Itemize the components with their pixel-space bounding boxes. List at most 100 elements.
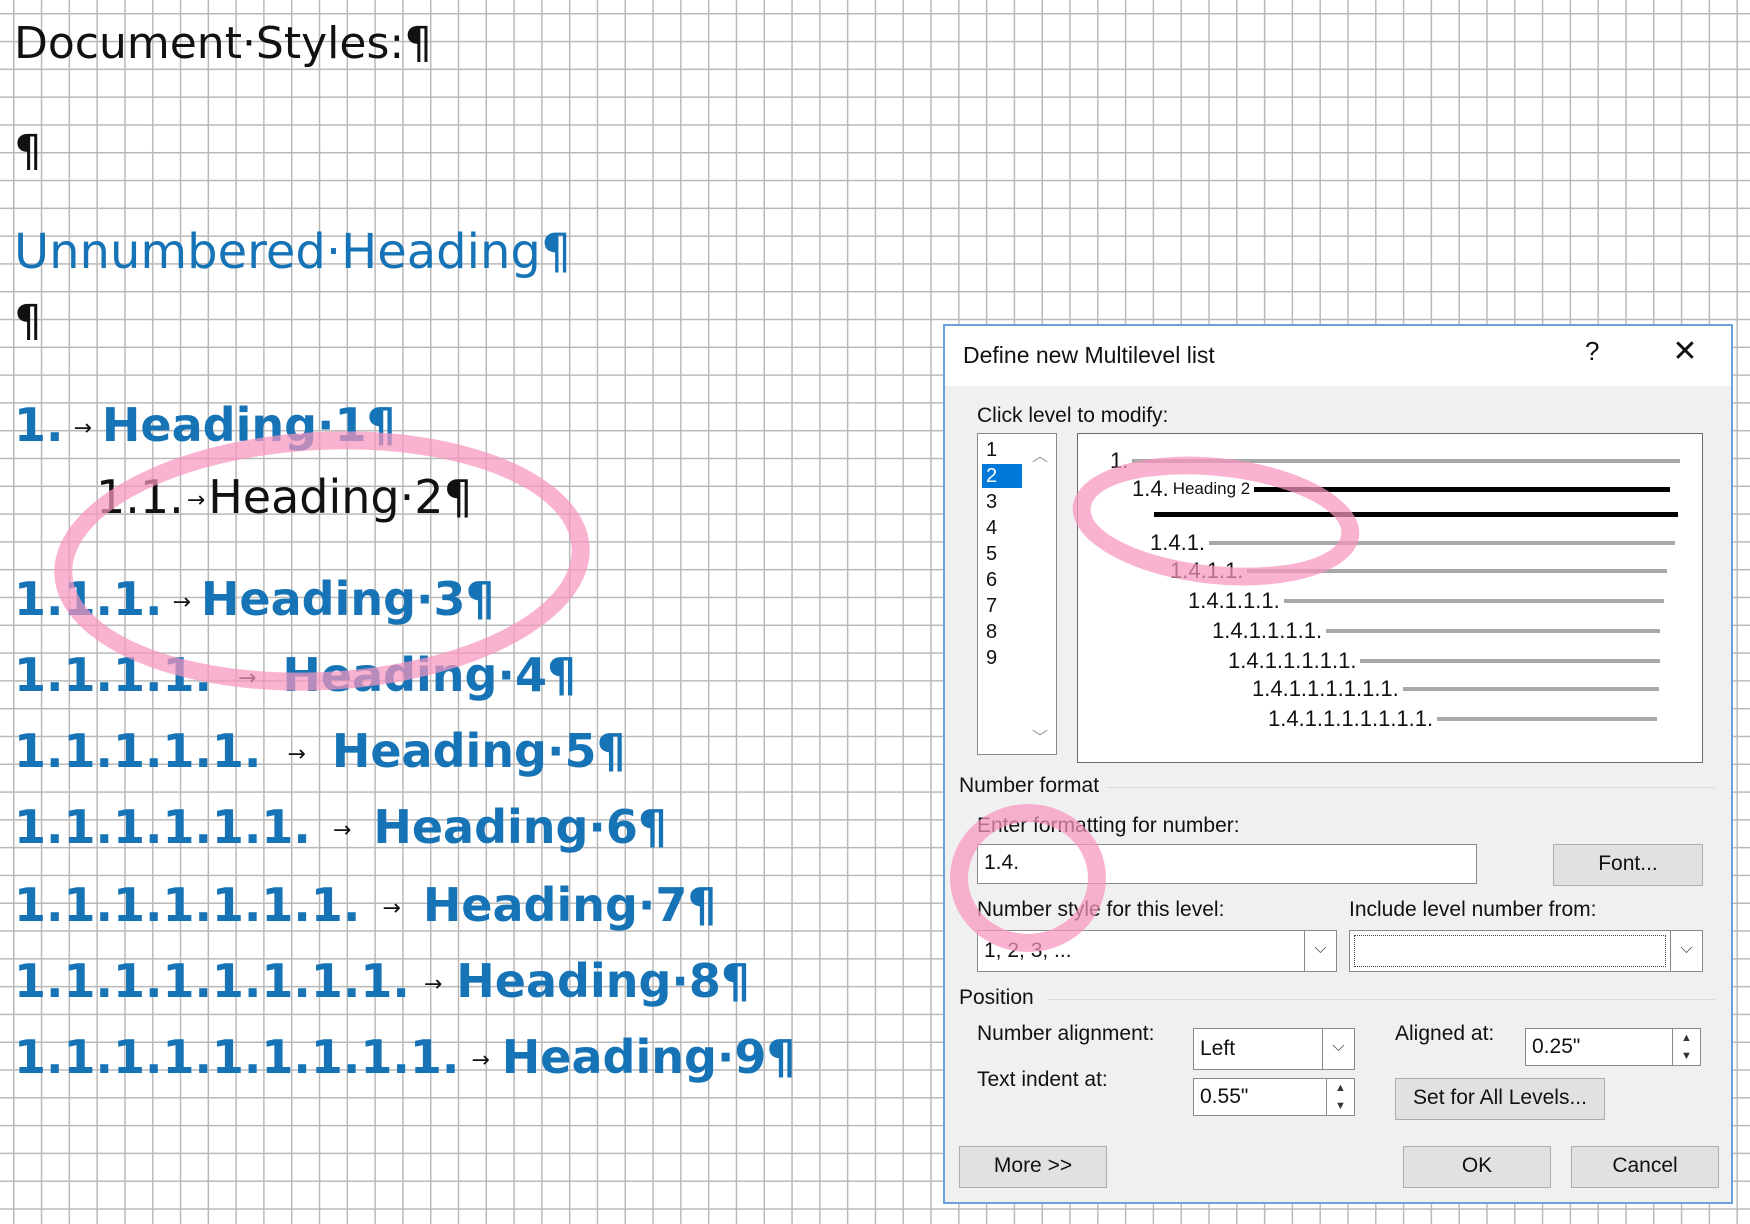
close-button[interactable]: ✕ xyxy=(1663,334,1707,374)
click-level-label: Click level to modify: xyxy=(977,404,1169,427)
heading-number: 1.1. xyxy=(96,470,184,524)
preview-line-heading2: 1.4. Heading 2 xyxy=(1132,476,1671,502)
preview-number: 1.4.1.1.1.1.1.1.1. xyxy=(1268,706,1434,731)
focus-outline xyxy=(1354,935,1666,967)
heading-number: 1.1.1.1.1.1. xyxy=(14,800,311,854)
preview-line: 1. xyxy=(1110,448,1681,474)
document-area: Document·Styles:¶ ¶ Unnumbered·Heading¶ … xyxy=(14,0,934,1224)
heading-number: 1.1.1.1.1.1.1. xyxy=(14,878,361,932)
heading-number: 1.1.1. xyxy=(14,572,163,626)
preview-line xyxy=(1154,512,1678,517)
dialog-titlebar: Define new Multilevel list ? ✕ xyxy=(945,326,1731,386)
ok-button[interactable]: OK xyxy=(1403,1146,1551,1188)
level-listbox[interactable]: 1 2 3 4 5 6 7 8 9 ︿ ﹀ xyxy=(977,433,1057,755)
level-item[interactable]: 4 xyxy=(982,516,1022,540)
text-indent-label: Text indent at: xyxy=(977,1068,1108,1091)
chevron-down-icon[interactable]: ⌵ xyxy=(1670,931,1702,971)
preview-bar xyxy=(1254,486,1671,492)
position-group-label: Position xyxy=(959,986,1034,1009)
level-item-selected[interactable]: 2 xyxy=(982,464,1022,488)
number-style-select[interactable]: 1, 2, 3, ... ⌵ xyxy=(977,930,1337,972)
preview-line: 1.4.1.1.1.1.1.1.1. xyxy=(1268,706,1658,732)
preview-line: 1.4.1.1.1. xyxy=(1188,588,1664,614)
text-indent-spinner[interactable]: ▲ ▼ xyxy=(1326,1079,1354,1115)
preview-number: 1.4. xyxy=(1132,476,1169,501)
help-button[interactable]: ? xyxy=(1585,336,1599,367)
heading-number: 1.1.1.1.1.1.1.1. xyxy=(14,954,410,1008)
text-indent-value: 0.55" xyxy=(1200,1085,1249,1108)
dialog-title: Define new Multilevel list xyxy=(963,342,1215,368)
heading-2-line: 1.1. →Heading·2¶ xyxy=(96,470,473,524)
preview-line: 1.4.1.1.1.1.1.1. xyxy=(1252,676,1659,702)
set-for-all-levels-button[interactable]: Set for All Levels... xyxy=(1395,1078,1605,1120)
chevron-down-icon[interactable]: ⌵ xyxy=(1322,1029,1354,1069)
preview-number: 1.4.1.1.1. xyxy=(1188,588,1280,613)
tab-arrow-icon: → xyxy=(471,1048,490,1073)
preview-bar xyxy=(1360,659,1661,663)
preview-bar xyxy=(1437,717,1658,721)
heading-4-line: 1.1.1.1. → Heading·4¶ xyxy=(14,648,576,702)
level-item[interactable]: 7 xyxy=(982,594,1022,618)
spin-up-icon[interactable]: ▲ xyxy=(1327,1079,1354,1097)
chevron-down-icon[interactable]: ⌵ xyxy=(1304,931,1336,971)
empty-paragraph-mark: ¶ xyxy=(14,126,42,177)
list-preview: 1. 1.4. Heading 2 1.4.1. 1.4.1.1. 1.4.1.1… xyxy=(1077,433,1703,763)
scroll-up-icon[interactable]: ︿ xyxy=(1032,442,1048,466)
level-item[interactable]: 5 xyxy=(982,542,1022,566)
font-button[interactable]: Font... xyxy=(1553,844,1703,886)
aligned-at-input[interactable]: 0.25" ▲ ▼ xyxy=(1525,1028,1701,1066)
cancel-button[interactable]: Cancel xyxy=(1571,1146,1719,1188)
tab-arrow-icon: → xyxy=(287,742,306,767)
enter-formatting-label: Enter formatting for number: xyxy=(977,814,1240,837)
tab-arrow-icon: → xyxy=(172,590,191,615)
number-alignment-select[interactable]: Left ⌵ xyxy=(1193,1028,1355,1070)
heading-text: Heading·1¶ xyxy=(101,398,396,452)
level-item[interactable]: 6 xyxy=(982,568,1022,592)
aligned-at-spinner[interactable]: ▲ ▼ xyxy=(1672,1029,1700,1065)
preview-bar xyxy=(1283,599,1664,603)
heading-text: Heading·9¶ xyxy=(501,1030,796,1084)
scroll-down-icon[interactable]: ﹀ xyxy=(1032,724,1048,748)
more-button[interactable]: More >> xyxy=(959,1146,1107,1188)
preview-line: 1.4.1.1.1.1. xyxy=(1212,618,1661,644)
number-format-input[interactable]: 1.4. xyxy=(977,844,1477,884)
spin-down-icon[interactable]: ▼ xyxy=(1673,1047,1700,1065)
preview-bar xyxy=(1247,569,1668,573)
heading-number: 1.1.1.1. xyxy=(14,648,212,702)
spin-down-icon[interactable]: ▼ xyxy=(1327,1097,1354,1115)
heading-1-line: 1. → Heading·1¶ xyxy=(14,398,396,452)
preview-bar xyxy=(1132,459,1681,463)
tab-arrow-icon: → xyxy=(237,666,257,691)
heading-number: 1.1.1.1.1. xyxy=(14,724,262,778)
number-alignment-value: Left xyxy=(1200,1037,1236,1060)
heading-text: Heading·8¶ xyxy=(456,954,751,1008)
preview-line: 1.4.1.1.1.1.1. xyxy=(1228,648,1661,674)
heading-number: 1.1.1.1.1.1.1.1.1. xyxy=(14,1030,460,1084)
level-item[interactable]: 1 xyxy=(982,438,1022,462)
group-separator xyxy=(1107,787,1715,788)
preview-bar xyxy=(1209,541,1676,545)
define-multilevel-list-dialog: Define new Multilevel list ? ✕ Click lev… xyxy=(943,324,1733,1204)
preview-number: 1.4.1.1.1.1. xyxy=(1212,618,1323,643)
tab-arrow-icon: → xyxy=(73,416,92,441)
level-item[interactable]: 8 xyxy=(982,620,1022,644)
heading-text: Heading·3¶ xyxy=(200,572,495,626)
tab-arrow-icon: → xyxy=(332,818,352,843)
level-item[interactable]: 3 xyxy=(982,490,1022,514)
preview-bar xyxy=(1402,687,1659,691)
heading-number: 1. xyxy=(14,398,64,452)
text-indent-input[interactable]: 0.55" ▲ ▼ xyxy=(1193,1078,1355,1116)
level-item[interactable]: 9 xyxy=(982,646,1022,670)
preview-line: 1.4.1. xyxy=(1150,530,1676,556)
heading-7-line: 1.1.1.1.1.1.1. → Heading·7¶ xyxy=(14,878,717,932)
number-style-label: Number style for this level: xyxy=(977,898,1225,921)
include-level-select[interactable]: ⌵ xyxy=(1349,930,1703,972)
aligned-at-value: 0.25" xyxy=(1532,1035,1581,1058)
heading-text: Heading·5¶ xyxy=(331,724,626,778)
number-alignment-label: Number alignment: xyxy=(977,1022,1155,1045)
spin-up-icon[interactable]: ▲ xyxy=(1673,1029,1700,1047)
tab-arrow-icon: → xyxy=(382,896,401,921)
number-style-value: 1, 2, 3, ... xyxy=(984,939,1072,962)
preview-bar xyxy=(1154,512,1678,517)
unnumbered-heading: Unnumbered·Heading¶ xyxy=(14,224,572,280)
